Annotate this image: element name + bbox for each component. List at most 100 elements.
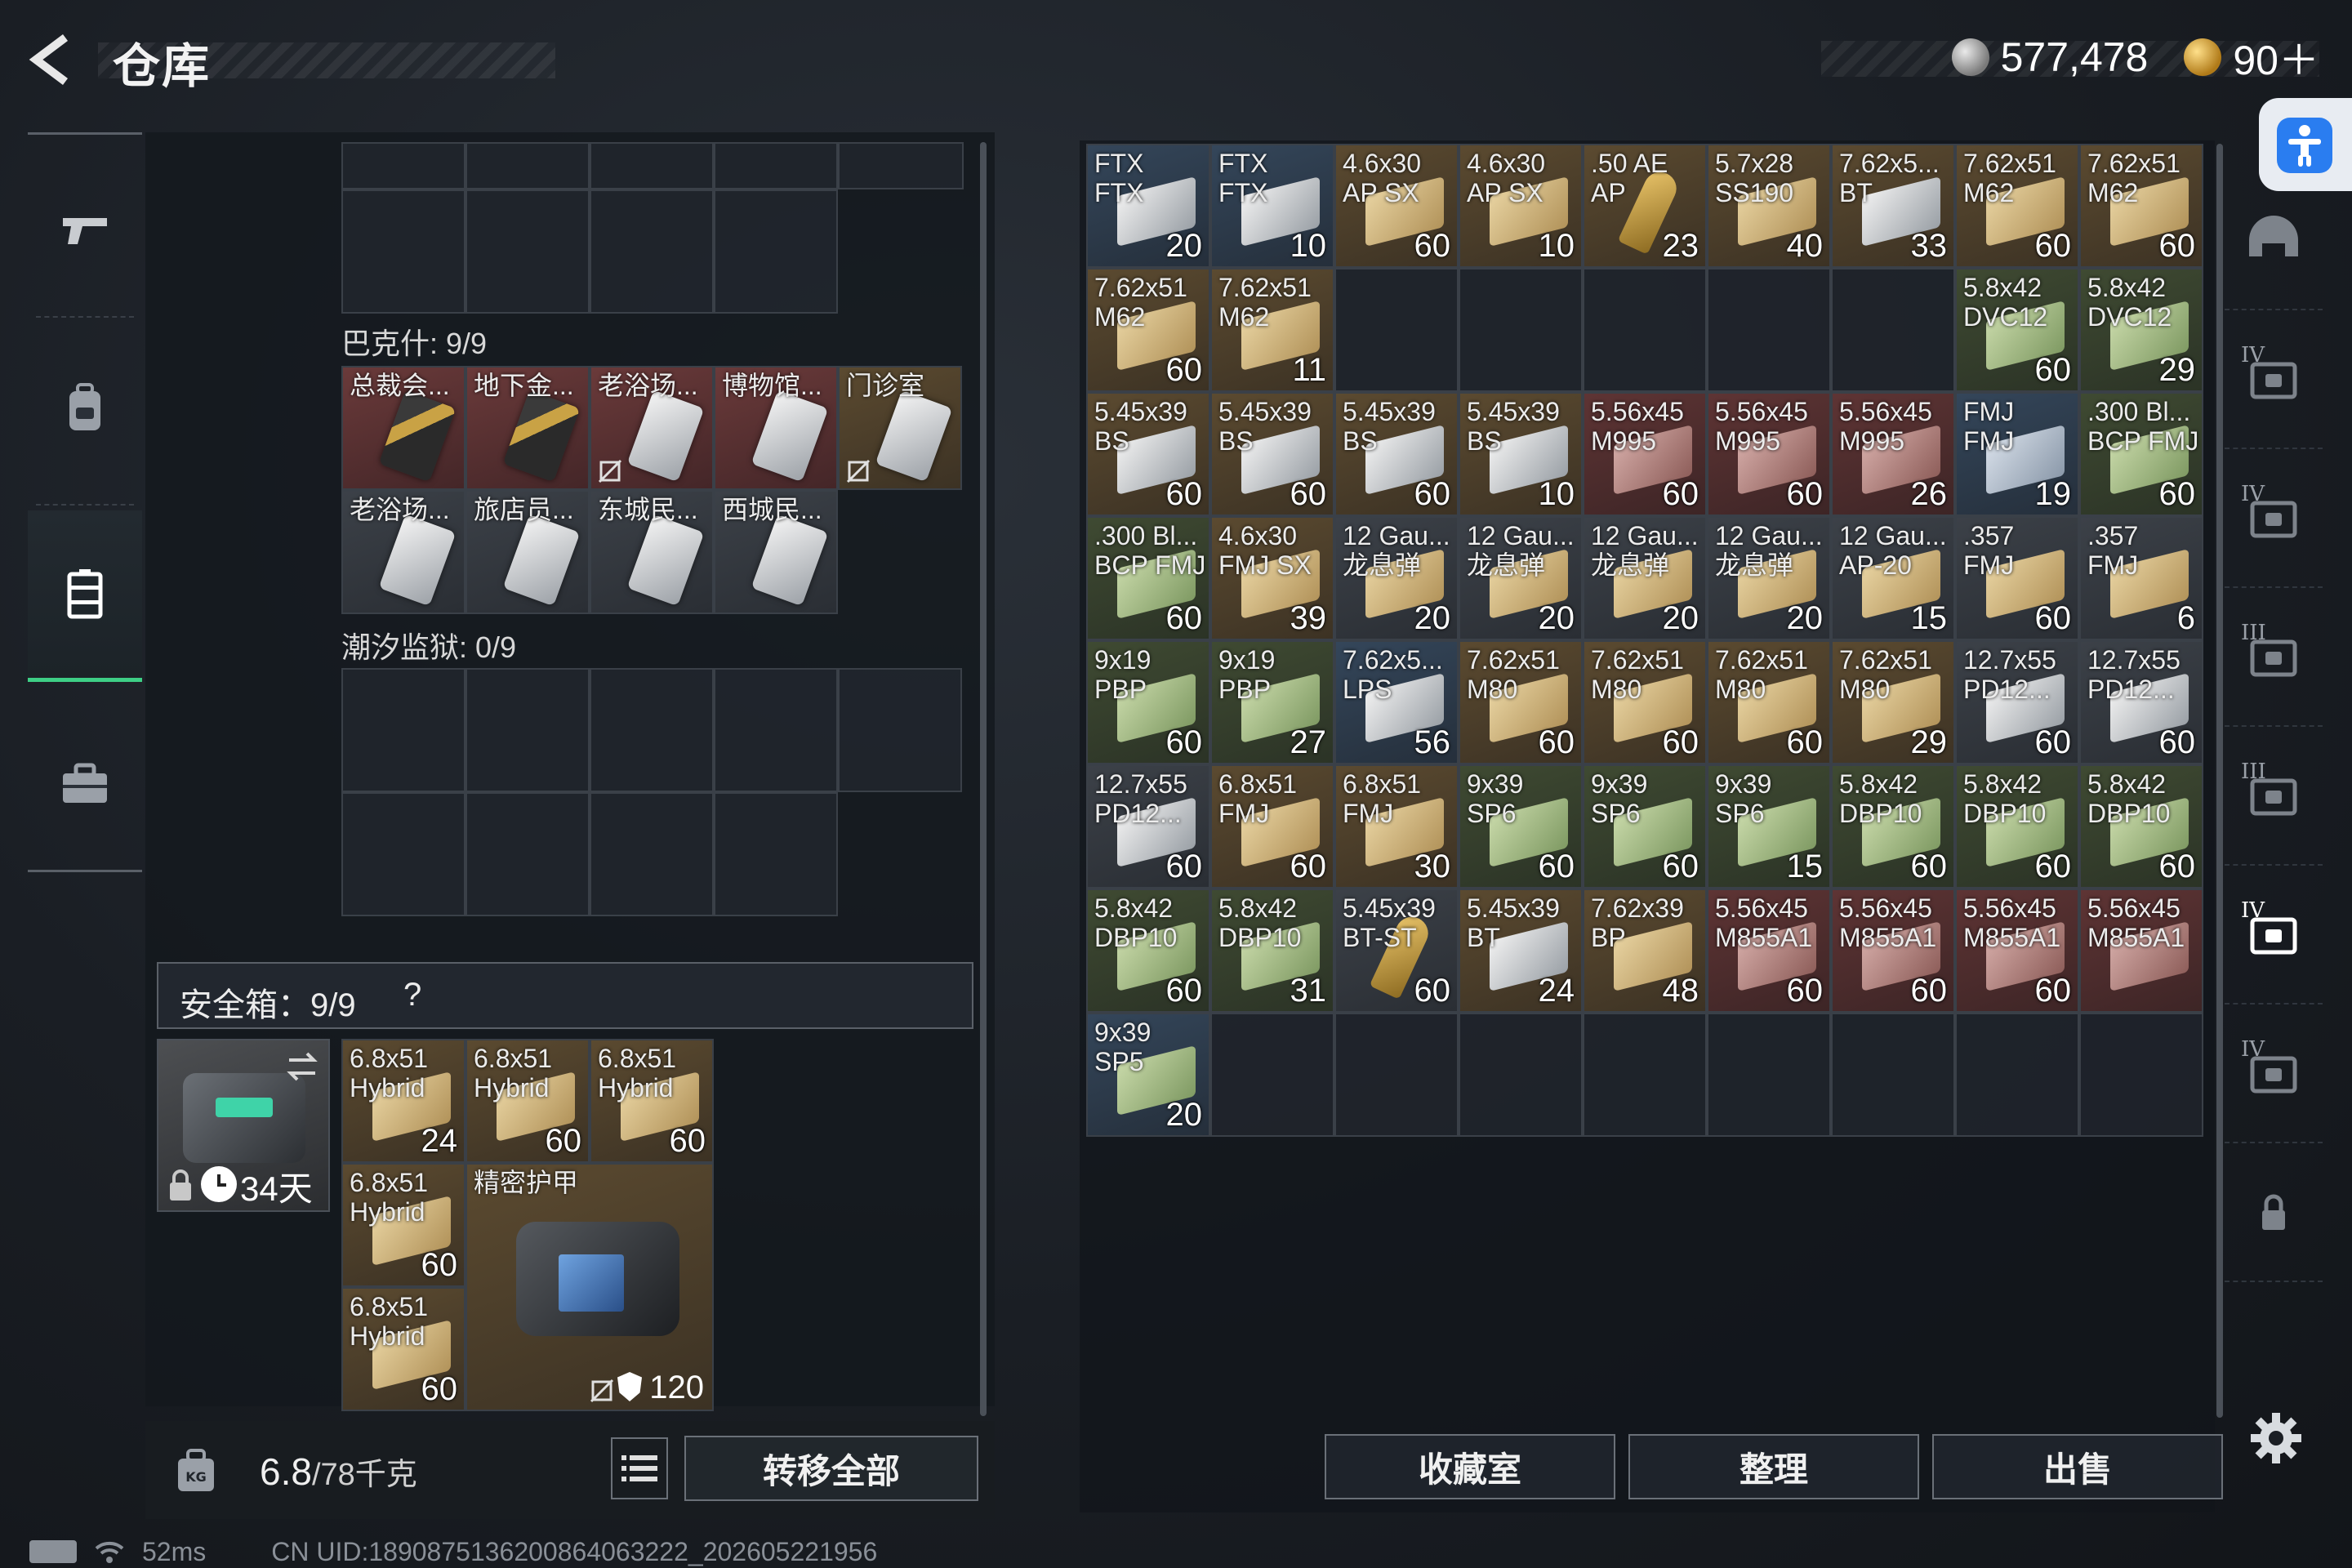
safe-case-slot[interactable]: 34天	[157, 1039, 330, 1212]
nav-weapons[interactable]	[28, 143, 142, 314]
transfer-all-button[interactable]: 转移全部	[684, 1436, 978, 1501]
grid-cell[interactable]	[1583, 1013, 1707, 1137]
ammo-item[interactable]: 6.8x51 Hybrid 60	[590, 1039, 714, 1163]
ammo-item[interactable]: 7.62x51 M62 11	[1210, 268, 1334, 392]
ammo-item[interactable]: 9x39 SP6 60	[1459, 764, 1583, 889]
ammo-item[interactable]: .50 AE AP 23	[1583, 144, 1707, 268]
grid-cell[interactable]	[1334, 1013, 1459, 1137]
grid-cell[interactable]	[1831, 1013, 1955, 1137]
ammo-item[interactable]: 5.8x42 DBP10 60	[1086, 889, 1210, 1013]
ammo-item[interactable]: 7.62x51 M80 60	[1707, 640, 1831, 764]
ammo-item[interactable]: 6.8x51 FMJ 30	[1334, 764, 1459, 889]
ammo-item[interactable]: 12 Gau... 龙息弹 20	[1334, 516, 1459, 640]
ammo-item[interactable]: 5.56x45 M995 60	[1583, 392, 1707, 516]
ammo-item[interactable]: 5.56x45 M855A1	[2079, 889, 2203, 1013]
key-card-item[interactable]: 东城民...	[590, 490, 714, 614]
ammo-item[interactable]: 5.8x42 DBP10 60	[2079, 764, 2203, 889]
back-button[interactable]	[24, 31, 82, 88]
grid-cell[interactable]	[341, 668, 466, 792]
ammo-item[interactable]: 5.45x39 BT 24	[1459, 889, 1583, 1013]
container-tab-helmet[interactable]	[2225, 172, 2323, 310]
key-card-item[interactable]: 老浴场...	[341, 490, 466, 614]
ammo-item[interactable]: 12.7x55 PD12... 60	[1086, 764, 1210, 889]
ammo-item[interactable]: 6.8x51 Hybrid 24	[341, 1039, 466, 1163]
grid-cell[interactable]	[838, 490, 962, 614]
grid-cell[interactable]	[714, 792, 838, 916]
grid-cell[interactable]	[838, 668, 962, 792]
container-tab-locked[interactable]	[2225, 1143, 2323, 1282]
ammo-item[interactable]: 6.8x51 Hybrid 60	[341, 1287, 466, 1411]
ammo-item[interactable]: 7.62x51 M62 60	[1955, 144, 2079, 268]
key-card-item[interactable]: 地下金...	[466, 366, 590, 490]
ammo-item[interactable]: 6.8x51 FMJ 60	[1210, 764, 1334, 889]
ammo-item[interactable]: 12 Gau... 龙息弹 20	[1459, 516, 1583, 640]
ammo-item[interactable]: 5.8x42 DVC12 29	[2079, 268, 2203, 392]
grid-cell[interactable]	[1707, 268, 1831, 392]
grid-cell[interactable]	[341, 792, 466, 916]
grid-cell[interactable]	[466, 189, 590, 314]
organize-button[interactable]: 整理	[1628, 1434, 1919, 1499]
grid-cell[interactable]	[1831, 268, 1955, 392]
grid-cell[interactable]	[466, 792, 590, 916]
ammo-item[interactable]: 5.45x39 BS 60	[1334, 392, 1459, 516]
right-scrollbar[interactable]	[2216, 144, 2223, 1418]
grid-cell[interactable]	[1210, 1013, 1334, 1137]
grid-cell[interactable]	[1459, 1013, 1583, 1137]
ammo-item[interactable]: 7.62x51 M80 60	[1459, 640, 1583, 764]
nav-storage[interactable]	[28, 510, 142, 682]
ammo-item[interactable]: 4.6x30 FMJ SX 39	[1210, 516, 1334, 640]
grid-cell[interactable]	[838, 142, 964, 189]
ammo-item[interactable]: 5.8x42 DBP10 60	[1831, 764, 1955, 889]
grid-cell[interactable]	[590, 792, 714, 916]
ammo-item[interactable]: 9x19 PBP 27	[1210, 640, 1334, 764]
grid-cell[interactable]	[1334, 268, 1459, 392]
ammo-item[interactable]: FTX FTX 20	[1086, 144, 1210, 268]
ammo-item[interactable]: 5.56x45 M855A1 60	[1955, 889, 2079, 1013]
ammo-item[interactable]: 7.62x51 M62 60	[1086, 268, 1210, 392]
ammo-item[interactable]: 7.62x51 M62 60	[2079, 144, 2203, 268]
ammo-item[interactable]: 9x39 SP6 60	[1583, 764, 1707, 889]
collection-room-button[interactable]: 收藏室	[1325, 1434, 1615, 1499]
key-card-item[interactable]: 旅店员...	[466, 490, 590, 614]
ammo-item[interactable]: 7.62x51 M80 60	[1583, 640, 1707, 764]
ammo-item[interactable]: 9x39 SP5 20	[1086, 1013, 1210, 1137]
ammo-item[interactable]: 7.62x5... BT 33	[1831, 144, 1955, 268]
swap-icon[interactable]	[284, 1049, 320, 1085]
nav-equipment[interactable]	[28, 698, 142, 870]
ammo-item[interactable]: 12 Gau... AP-20 15	[1831, 516, 1955, 640]
armor-item[interactable]: 精密护甲 120	[466, 1163, 714, 1411]
ammo-item[interactable]: 4.6x30 AP SX 10	[1459, 144, 1583, 268]
ammo-item[interactable]: 5.56x45 M995 26	[1831, 392, 1955, 516]
left-scrollbar[interactable]	[980, 142, 987, 1416]
ammo-item[interactable]: .357 FMJ 60	[1955, 516, 2079, 640]
grid-cell[interactable]	[714, 668, 838, 792]
ammo-item[interactable]: 5.45x39 BS 60	[1086, 392, 1210, 516]
ammo-item[interactable]: 5.8x42 DBP10 60	[1955, 764, 2079, 889]
key-card-item[interactable]: 门诊室	[838, 366, 962, 490]
ammo-item[interactable]: 7.62x5... LPS 56	[1334, 640, 1459, 764]
grid-cell[interactable]	[1955, 1013, 2079, 1137]
grid-cell[interactable]	[1707, 1013, 1831, 1137]
key-card-item[interactable]: 老浴场...	[590, 366, 714, 490]
grid-cell[interactable]	[1583, 268, 1707, 392]
ammo-item[interactable]: 5.45x39 BS 10	[1459, 392, 1583, 516]
ammo-item[interactable]: FMJ FMJ 19	[1955, 392, 2079, 516]
ammo-item[interactable]: 9x19 PBP 60	[1086, 640, 1210, 764]
grid-cell[interactable]	[2079, 1013, 2203, 1137]
nav-backpack[interactable]	[28, 323, 142, 494]
ammo-item[interactable]: 7.62x51 M80 29	[1831, 640, 1955, 764]
list-view-button[interactable]	[611, 1437, 668, 1499]
ammo-item[interactable]: 6.8x51 Hybrid 60	[466, 1039, 590, 1163]
ammo-item[interactable]: 4.6x30 AP SX 60	[1334, 144, 1459, 268]
ammo-item[interactable]: 9x39 SP6 15	[1707, 764, 1831, 889]
ammo-item[interactable]: .357 FMJ 6	[2079, 516, 2203, 640]
ammo-item[interactable]: FTX FTX 10	[1210, 144, 1334, 268]
grid-cell[interactable]	[466, 142, 590, 189]
grid-cell[interactable]	[1459, 268, 1583, 392]
grid-cell[interactable]	[714, 189, 838, 314]
ammo-item[interactable]: .300 Bl... BCP FMJ 60	[1086, 516, 1210, 640]
ammo-item[interactable]: 6.8x51 Hybrid 60	[341, 1163, 466, 1287]
ammo-item[interactable]: 5.7x28 SS190 40	[1707, 144, 1831, 268]
key-card-item[interactable]: 博物馆...	[714, 366, 838, 490]
ammo-item[interactable]: 5.45x39 BT-ST 60	[1334, 889, 1459, 1013]
